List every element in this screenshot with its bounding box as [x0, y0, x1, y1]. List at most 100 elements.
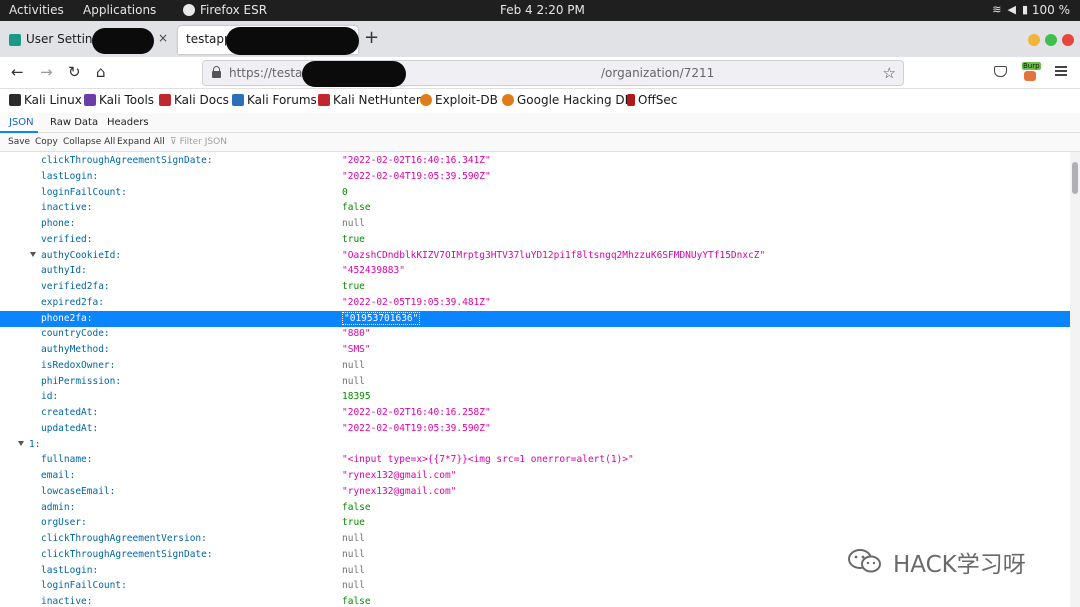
json-row[interactable]: fullname: "<input type=x>{{7*7}}<img src=…: [0, 452, 1070, 468]
json-row[interactable]: loginFailCount: null: [0, 578, 1070, 594]
json-row[interactable]: createdAt: "2022-02-02T16:40:16.258Z": [0, 405, 1070, 421]
json-value: "<input type=x>{{7*7}}<img src=1 onerror…: [342, 454, 634, 466]
json-key: phiPermission:: [41, 375, 122, 387]
system-tray-icons[interactable]: ≋◀▮: [992, 3, 1034, 16]
wechat-logo-icon: [848, 549, 881, 573]
json-row[interactable]: 1:: [0, 437, 1070, 453]
json-row[interactable]: authyMethod: "SMS": [0, 342, 1070, 358]
burp-extension-button[interactable]: Burp: [1022, 62, 1041, 82]
bookmark-kali-forums[interactable]: Kali Forums: [232, 93, 317, 107]
json-key: verified:: [41, 233, 93, 245]
json-row[interactable]: loginFailCount: 0: [0, 185, 1070, 201]
json-value: null: [342, 533, 365, 544]
json-value: null: [342, 564, 365, 576]
bookmark-kali-linux[interactable]: Kali Linux: [9, 93, 82, 107]
bookmark-kali-docs[interactable]: Kali Docs: [159, 93, 229, 107]
json-row[interactable]: countryCode: "880": [0, 326, 1070, 342]
tab-strip: User Settings × testapp +: [0, 21, 1080, 57]
json-value: "2022-02-04T19:05:39.590Z": [342, 170, 491, 182]
json-key: inactive:: [41, 596, 93, 607]
bookmark-label: Kali Linux: [24, 93, 82, 107]
bookmark-kali-nethunter[interactable]: Kali NetHunter: [318, 93, 421, 107]
json-row[interactable]: admin: false: [0, 500, 1070, 516]
json-row[interactable]: isRedoxOwner: null: [0, 358, 1070, 374]
json-value: null: [342, 359, 365, 371]
json-key: email:: [41, 470, 76, 481]
bookmark-google-hacking-db[interactable]: Google Hacking DB: [502, 93, 633, 107]
json-value: "01953701636": [342, 311, 421, 325]
json-key: lastLogin:: [41, 170, 99, 182]
maximize-window-button[interactable]: [1045, 34, 1057, 46]
copy-button[interactable]: Copy: [35, 137, 58, 147]
json-value: "2022-02-05T19:05:39.481Z": [342, 296, 491, 308]
json-row[interactable]: orgUser: true: [0, 515, 1070, 531]
json-row[interactable]: updatedAt: "2022-02-04T19:05:39.590Z": [0, 421, 1070, 437]
collapse-all-button[interactable]: Collapse All: [63, 137, 115, 147]
json-row[interactable]: inactive: false: [0, 200, 1070, 216]
vertical-scrollbar[interactable]: [1070, 152, 1080, 607]
json-row[interactable]: lastLogin: "2022-02-04T19:05:39.590Z": [0, 169, 1070, 185]
json-key: clickThroughAgreementSignDate:: [41, 155, 213, 166]
json-value: null: [342, 580, 365, 592]
forward-button[interactable]: →: [40, 64, 53, 80]
json-row[interactable]: verified2fa: true: [0, 279, 1070, 295]
app-menu-firefox[interactable]: Firefox ESR: [200, 3, 267, 17]
bookmark-star-icon[interactable]: ☆: [883, 64, 896, 82]
minimize-window-button[interactable]: [1028, 34, 1040, 46]
tab-raw-data[interactable]: Raw Data: [50, 117, 98, 128]
home-button[interactable]: ⌂: [96, 64, 106, 80]
back-button[interactable]: ←: [11, 64, 24, 80]
json-key: countryCode:: [41, 328, 110, 340]
json-key: loginFailCount:: [41, 580, 127, 592]
burp-icon: [1024, 71, 1036, 81]
json-row[interactable]: authyCookieId: "OazshCDndblkKIZV7OIMrptg3…: [0, 248, 1070, 264]
url-text-start: https://testap: [229, 66, 311, 80]
expand-all-button[interactable]: Expand All: [117, 137, 165, 147]
expand-twisty-icon[interactable]: [18, 440, 24, 446]
json-row[interactable]: verified: true: [0, 232, 1070, 248]
activities-button[interactable]: Activities: [9, 3, 64, 17]
json-row[interactable]: phone: null: [0, 216, 1070, 232]
json-key: clickThroughAgreementVersion:: [41, 533, 207, 544]
wifi-icon: ≋: [992, 3, 1008, 16]
json-row[interactable]: email: "rynex132@gmail.com": [0, 468, 1070, 484]
close-tab-icon[interactable]: ×: [158, 31, 168, 45]
filter-json-input[interactable]: Filter JSON: [170, 137, 227, 147]
close-window-button[interactable]: [1062, 34, 1074, 46]
json-row[interactable]: expired2fa: "2022-02-05T19:05:39.481Z": [0, 295, 1070, 311]
save-button[interactable]: Save: [8, 137, 30, 147]
json-value: "rynex132@gmail.com": [342, 470, 457, 481]
clock[interactable]: Feb 4 2:20 PM: [500, 3, 585, 17]
json-row[interactable]: authyId: "452439883": [0, 263, 1070, 279]
scrollbar-thumb[interactable]: [1072, 162, 1078, 194]
bookmark-kali-tools[interactable]: Kali Tools: [84, 93, 154, 107]
json-row[interactable]: phiPermission: null: [0, 374, 1070, 390]
json-row[interactable]: phone2fa: "01953701636": [0, 310, 1070, 327]
battery-percentage[interactable]: 100 %: [1032, 3, 1070, 17]
tab-json[interactable]: JSON: [0, 113, 38, 133]
url-text-end: /organization/7211: [601, 66, 715, 80]
json-value: "SMS": [342, 344, 371, 355]
json-row[interactable]: inactive: false: [0, 594, 1070, 607]
bookmark-offsec[interactable]: OffSec: [627, 93, 677, 107]
json-value: false: [342, 202, 371, 214]
json-key: lastLogin:: [41, 564, 99, 576]
reload-button[interactable]: ↻: [68, 64, 81, 80]
json-key: admin:: [41, 501, 76, 513]
applications-menu[interactable]: Applications: [83, 3, 156, 17]
new-tab-button[interactable]: +: [364, 29, 379, 47]
json-key: authyCookieId:: [41, 249, 122, 261]
json-value: false: [342, 596, 371, 607]
expand-twisty-icon[interactable]: [30, 251, 36, 257]
lock-icon[interactable]: [212, 66, 221, 78]
offsec-icon: [627, 94, 635, 106]
pocket-icon[interactable]: [994, 66, 1007, 77]
json-row[interactable]: lowcaseEmail: "rynex132@gmail.com": [0, 484, 1070, 500]
json-row[interactable]: clickThroughAgreementSignDate: "2022-02-0…: [0, 153, 1070, 169]
menu-hamburger-icon[interactable]: [1055, 66, 1067, 76]
ghdb-icon: [502, 94, 514, 106]
watermark-text: HACK学习呀: [893, 552, 1026, 578]
bookmark-exploit-db[interactable]: Exploit-DB: [420, 93, 498, 107]
json-row[interactable]: id: 18395: [0, 389, 1070, 405]
tab-headers[interactable]: Headers: [107, 117, 149, 128]
